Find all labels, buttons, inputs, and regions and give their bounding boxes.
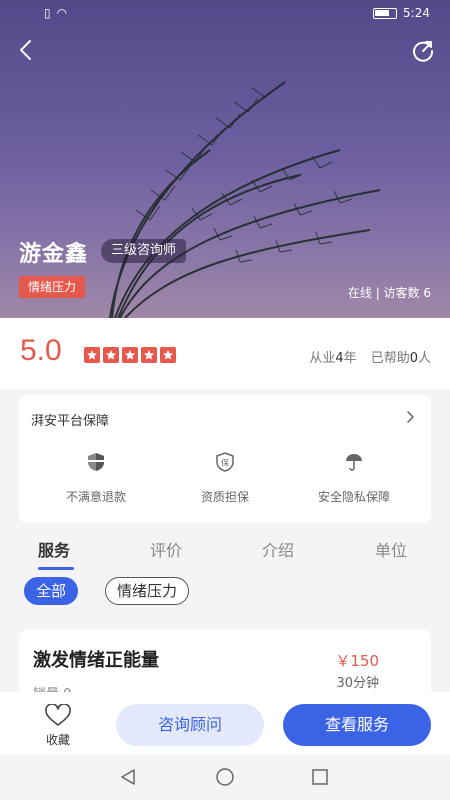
tab-reviews[interactable]: 评价 — [150, 537, 182, 561]
consult-advisor-button[interactable]: 咨询顾问 — [116, 704, 264, 746]
guarantee-item-refund: 不满意退款 — [19, 451, 173, 505]
view-service-button[interactable]: 查看服务 — [283, 704, 431, 746]
counselor-name: 游金鑫 — [19, 242, 89, 267]
guarantee-title: 湃安平台保障 — [31, 414, 110, 429]
guarantee-label: 资质担保 — [200, 490, 249, 504]
online-visitor-status: 在线 | 访客数 6 — [347, 286, 431, 300]
rating-stats: 5.0 从业4年 已帮助0人 — [0, 318, 450, 390]
tab-introduction[interactable]: 介绍 — [262, 537, 294, 561]
guarantee-label: 安全隐私保障 — [317, 490, 390, 504]
bottom-action-bar: 收藏 咨询顾问 查看服务 — [0, 692, 450, 754]
people-helped: 已帮助0人 — [370, 351, 431, 366]
detail-tabs: 服务 评价 介绍 单位 — [0, 527, 450, 572]
hero-background-image — [0, 0, 450, 318]
tab-organization[interactable]: 单位 — [375, 537, 407, 561]
favorite-label: 收藏 — [45, 733, 70, 747]
wifi-icon: ◠ — [56, 6, 68, 20]
nav-recents-icon[interactable] — [310, 767, 330, 787]
status-bar: ▯ ◠ 5:24 — [0, 0, 450, 28]
nav-back-icon[interactable] — [118, 767, 138, 787]
share-icon[interactable] — [410, 37, 436, 63]
star-icon — [160, 347, 176, 363]
rating-stars — [84, 347, 176, 363]
svg-text:保: 保 — [221, 458, 229, 468]
star-icon — [141, 347, 157, 363]
back-arrow-icon[interactable] — [14, 38, 38, 62]
chevron-right-icon[interactable] — [403, 410, 417, 424]
badge-icon: 保 — [216, 452, 234, 472]
sim-icon: ▯ — [44, 6, 51, 20]
status-time: 5:24 — [403, 6, 430, 20]
service-price: ￥150 — [335, 652, 379, 670]
heart-icon — [45, 704, 71, 726]
rating-score: 5.0 — [20, 334, 62, 367]
guarantee-label: 不满意退款 — [65, 490, 126, 504]
service-title: 激发情绪正能量 — [33, 650, 159, 671]
experience-info: 从业4年 已帮助0人 — [309, 347, 431, 366]
platform-guarantee-card[interactable]: 湃安平台保障 不满意退款 保 资质担保 安全隐私保障 — [19, 395, 431, 523]
counselor-level-badge: 三级咨询师 — [101, 239, 187, 263]
guarantee-item-privacy: 安全隐私保障 — [277, 451, 431, 505]
nav-home-icon[interactable] — [215, 767, 235, 787]
active-tab-indicator — [38, 567, 74, 570]
service-duration: 30分钟 — [336, 676, 379, 691]
filter-chip-all[interactable]: 全部 — [24, 577, 79, 605]
star-icon — [84, 347, 100, 363]
service-filter-chips: 全部 情绪压力 — [0, 572, 450, 622]
tab-services[interactable]: 服务 — [38, 537, 70, 561]
umbrella-icon — [346, 454, 362, 471]
favorite-button[interactable]: 收藏 — [38, 704, 78, 748]
years-of-practice: 从业4年 — [309, 351, 357, 366]
star-icon — [122, 347, 138, 363]
shield-icon — [88, 453, 104, 471]
battery-icon — [373, 7, 398, 19]
star-icon — [103, 347, 119, 363]
hero-banner: ▯ ◠ 5:24 游金鑫 三级咨询师 情绪压力 在线 | 访客数 6 — [0, 0, 450, 318]
system-navigation-bar — [0, 754, 450, 800]
filter-chip-emotional-stress[interactable]: 情绪压力 — [105, 577, 190, 605]
guarantee-item-qualification: 保 资质担保 — [173, 451, 277, 505]
topic-tag: 情绪压力 — [19, 276, 86, 298]
